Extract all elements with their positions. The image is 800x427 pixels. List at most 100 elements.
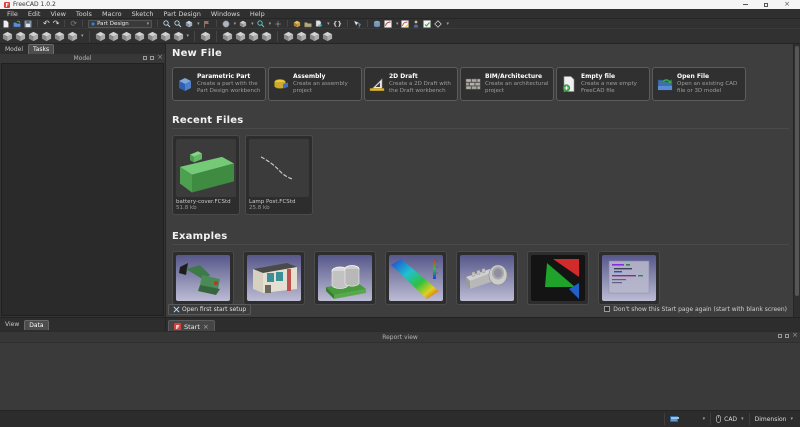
- part-design-tool-icon[interactable]: [147, 31, 158, 42]
- part-design-tool-icon[interactable]: [134, 31, 145, 42]
- close-icon[interactable]: ×: [784, 1, 790, 8]
- chevron-down-icon[interactable]: ▾: [269, 21, 272, 27]
- dock-close-icon[interactable]: ×: [792, 332, 798, 339]
- menu-tools[interactable]: Tools: [71, 10, 97, 18]
- part-design-tool-icon[interactable]: [222, 31, 233, 42]
- edit-sketch-icon[interactable]: [401, 19, 410, 28]
- recent-file-card[interactable]: battery-cover.FCStd 51.8 kb: [172, 135, 240, 215]
- menu-view[interactable]: View: [45, 10, 70, 18]
- example-card-macro-code[interactable]: [598, 251, 660, 305]
- validate-sketch-icon[interactable]: [423, 19, 432, 28]
- menu-sketch[interactable]: Sketch: [127, 10, 159, 18]
- open-first-start-button[interactable]: Open first start setup: [168, 303, 252, 315]
- part-design-tool-icon[interactable]: [2, 31, 13, 42]
- isometric-view-icon[interactable]: [185, 20, 193, 28]
- example-card-pump[interactable]: [314, 251, 376, 305]
- paint-view-icon[interactable]: [203, 20, 211, 28]
- model-tree[interactable]: [1, 63, 164, 316]
- dont-show-checkbox[interactable]: [604, 306, 611, 312]
- dock-float-icon[interactable]: [143, 55, 148, 60]
- card-parametric-part[interactable]: Parametric Part Create a part with the P…: [172, 67, 266, 101]
- chevron-down-icon[interactable]: ▾: [396, 21, 399, 27]
- part-design-tool-icon[interactable]: [322, 31, 333, 42]
- map-sketch-icon[interactable]: [412, 20, 420, 28]
- navigation-style-selector[interactable]: CAD ▾: [710, 413, 748, 425]
- status-unit-selector[interactable]: ▾: [664, 413, 710, 425]
- start-page-scrollbar[interactable]: [793, 44, 800, 317]
- create-datum-icon[interactable]: [434, 19, 443, 28]
- draw-style-icon[interactable]: [222, 20, 230, 28]
- chevron-down-icon[interactable]: ▾: [251, 21, 254, 27]
- example-card-house[interactable]: [243, 251, 305, 305]
- part-design-tool-icon[interactable]: [28, 31, 39, 42]
- open-file-icon[interactable]: [13, 20, 21, 28]
- tab-model[interactable]: Model: [1, 45, 27, 54]
- zoom-in-icon[interactable]: [163, 19, 171, 28]
- dock-float-icon[interactable]: [778, 333, 783, 338]
- chevron-down-icon[interactable]: ▾: [197, 21, 200, 27]
- redo-icon[interactable]: ↷: [53, 19, 60, 28]
- menu-help[interactable]: Help: [245, 10, 270, 18]
- card-assembly[interactable]: Assembly Create an assembly project: [268, 67, 362, 101]
- tab-data[interactable]: Data: [24, 319, 49, 330]
- tab-tasks[interactable]: Tasks: [28, 44, 55, 54]
- part-design-tool-icon[interactable]: [108, 31, 119, 42]
- workbench-selector[interactable]: Part Design ▾: [88, 19, 153, 28]
- axis-cross-icon[interactable]: [274, 20, 282, 28]
- dock-close-icon[interactable]: ×: [157, 54, 163, 61]
- card-bim-architecture[interactable]: BIM/Architecture Create an architectural…: [460, 67, 554, 101]
- chevron-down-icon[interactable]: ▾: [234, 21, 237, 27]
- card-open-file[interactable]: Open File Open an existing CAD file or 3…: [652, 67, 746, 101]
- example-card-clamp[interactable]: [456, 251, 518, 305]
- part-design-tool-icon[interactable]: [235, 31, 246, 42]
- export-icon[interactable]: [315, 19, 323, 28]
- scrollbar-thumb[interactable]: [795, 46, 799, 296]
- part-design-tool-icon[interactable]: [121, 31, 132, 42]
- chevron-down-icon[interactable]: ▾: [327, 21, 330, 27]
- example-card-color-triangles[interactable]: [527, 251, 589, 305]
- chevron-down-icon[interactable]: ▾: [446, 21, 449, 27]
- report-view-content[interactable]: [0, 342, 800, 410]
- chevron-down-icon[interactable]: ▾: [187, 33, 190, 39]
- part-design-tool-icon[interactable]: [296, 31, 307, 42]
- chevron-down-icon[interactable]: ▾: [81, 33, 84, 39]
- menu-windows[interactable]: Windows: [206, 10, 245, 18]
- menu-edit[interactable]: Edit: [23, 10, 46, 18]
- maximize-icon[interactable]: [764, 2, 769, 7]
- part-design-tool-icon[interactable]: [67, 31, 78, 42]
- part-design-tool-icon[interactable]: [248, 31, 259, 42]
- part-design-tool-icon[interactable]: [41, 31, 52, 42]
- card-empty-file[interactable]: Empty file Create a new empty FreeCAD fi…: [556, 67, 650, 101]
- dimension-selector[interactable]: Dimension ▾: [748, 413, 798, 425]
- undo-icon[interactable]: ↶: [43, 19, 50, 28]
- refresh-icon[interactable]: ⟳: [70, 19, 77, 28]
- card-2d-draft[interactable]: 2D Draft Create a 2D Draft with the Draf…: [364, 67, 458, 101]
- part-design-tool-icon[interactable]: [200, 31, 211, 42]
- new-file-icon[interactable]: [2, 19, 10, 28]
- part-design-tool-icon[interactable]: [283, 31, 294, 42]
- create-body-icon[interactable]: [373, 20, 381, 28]
- expression-braces-icon[interactable]: {}: [333, 20, 342, 28]
- menu-part-design[interactable]: Part Design: [159, 10, 206, 18]
- menu-file[interactable]: File: [2, 10, 23, 18]
- minimize-icon[interactable]: [743, 4, 749, 5]
- view-cube-icon[interactable]: [239, 20, 247, 28]
- part-design-tool-icon[interactable]: [95, 31, 106, 42]
- part-icon[interactable]: [293, 20, 301, 28]
- dont-show-option[interactable]: Don't show this Start page again (start …: [604, 306, 787, 313]
- selection-view-icon[interactable]: [257, 19, 265, 28]
- part-design-tool-icon[interactable]: [54, 31, 65, 42]
- part-design-tool-icon[interactable]: [160, 31, 171, 42]
- zoom-out-icon[interactable]: [174, 19, 182, 28]
- part-design-tool-icon[interactable]: [309, 31, 320, 42]
- example-card-excavator[interactable]: [172, 251, 234, 305]
- create-sketch-icon[interactable]: [384, 19, 392, 28]
- whats-this-icon[interactable]: ?: [353, 19, 362, 28]
- part-design-tool-icon[interactable]: [173, 31, 184, 42]
- tab-close-icon[interactable]: ×: [203, 323, 209, 330]
- dock-undock-icon[interactable]: [150, 55, 155, 60]
- group-folder-icon[interactable]: [304, 20, 312, 28]
- dock-undock-icon[interactable]: [785, 333, 790, 338]
- part-design-tool-icon[interactable]: [261, 31, 272, 42]
- recent-file-card[interactable]: Lamp Post.FCStd 25.8 kb: [245, 135, 313, 215]
